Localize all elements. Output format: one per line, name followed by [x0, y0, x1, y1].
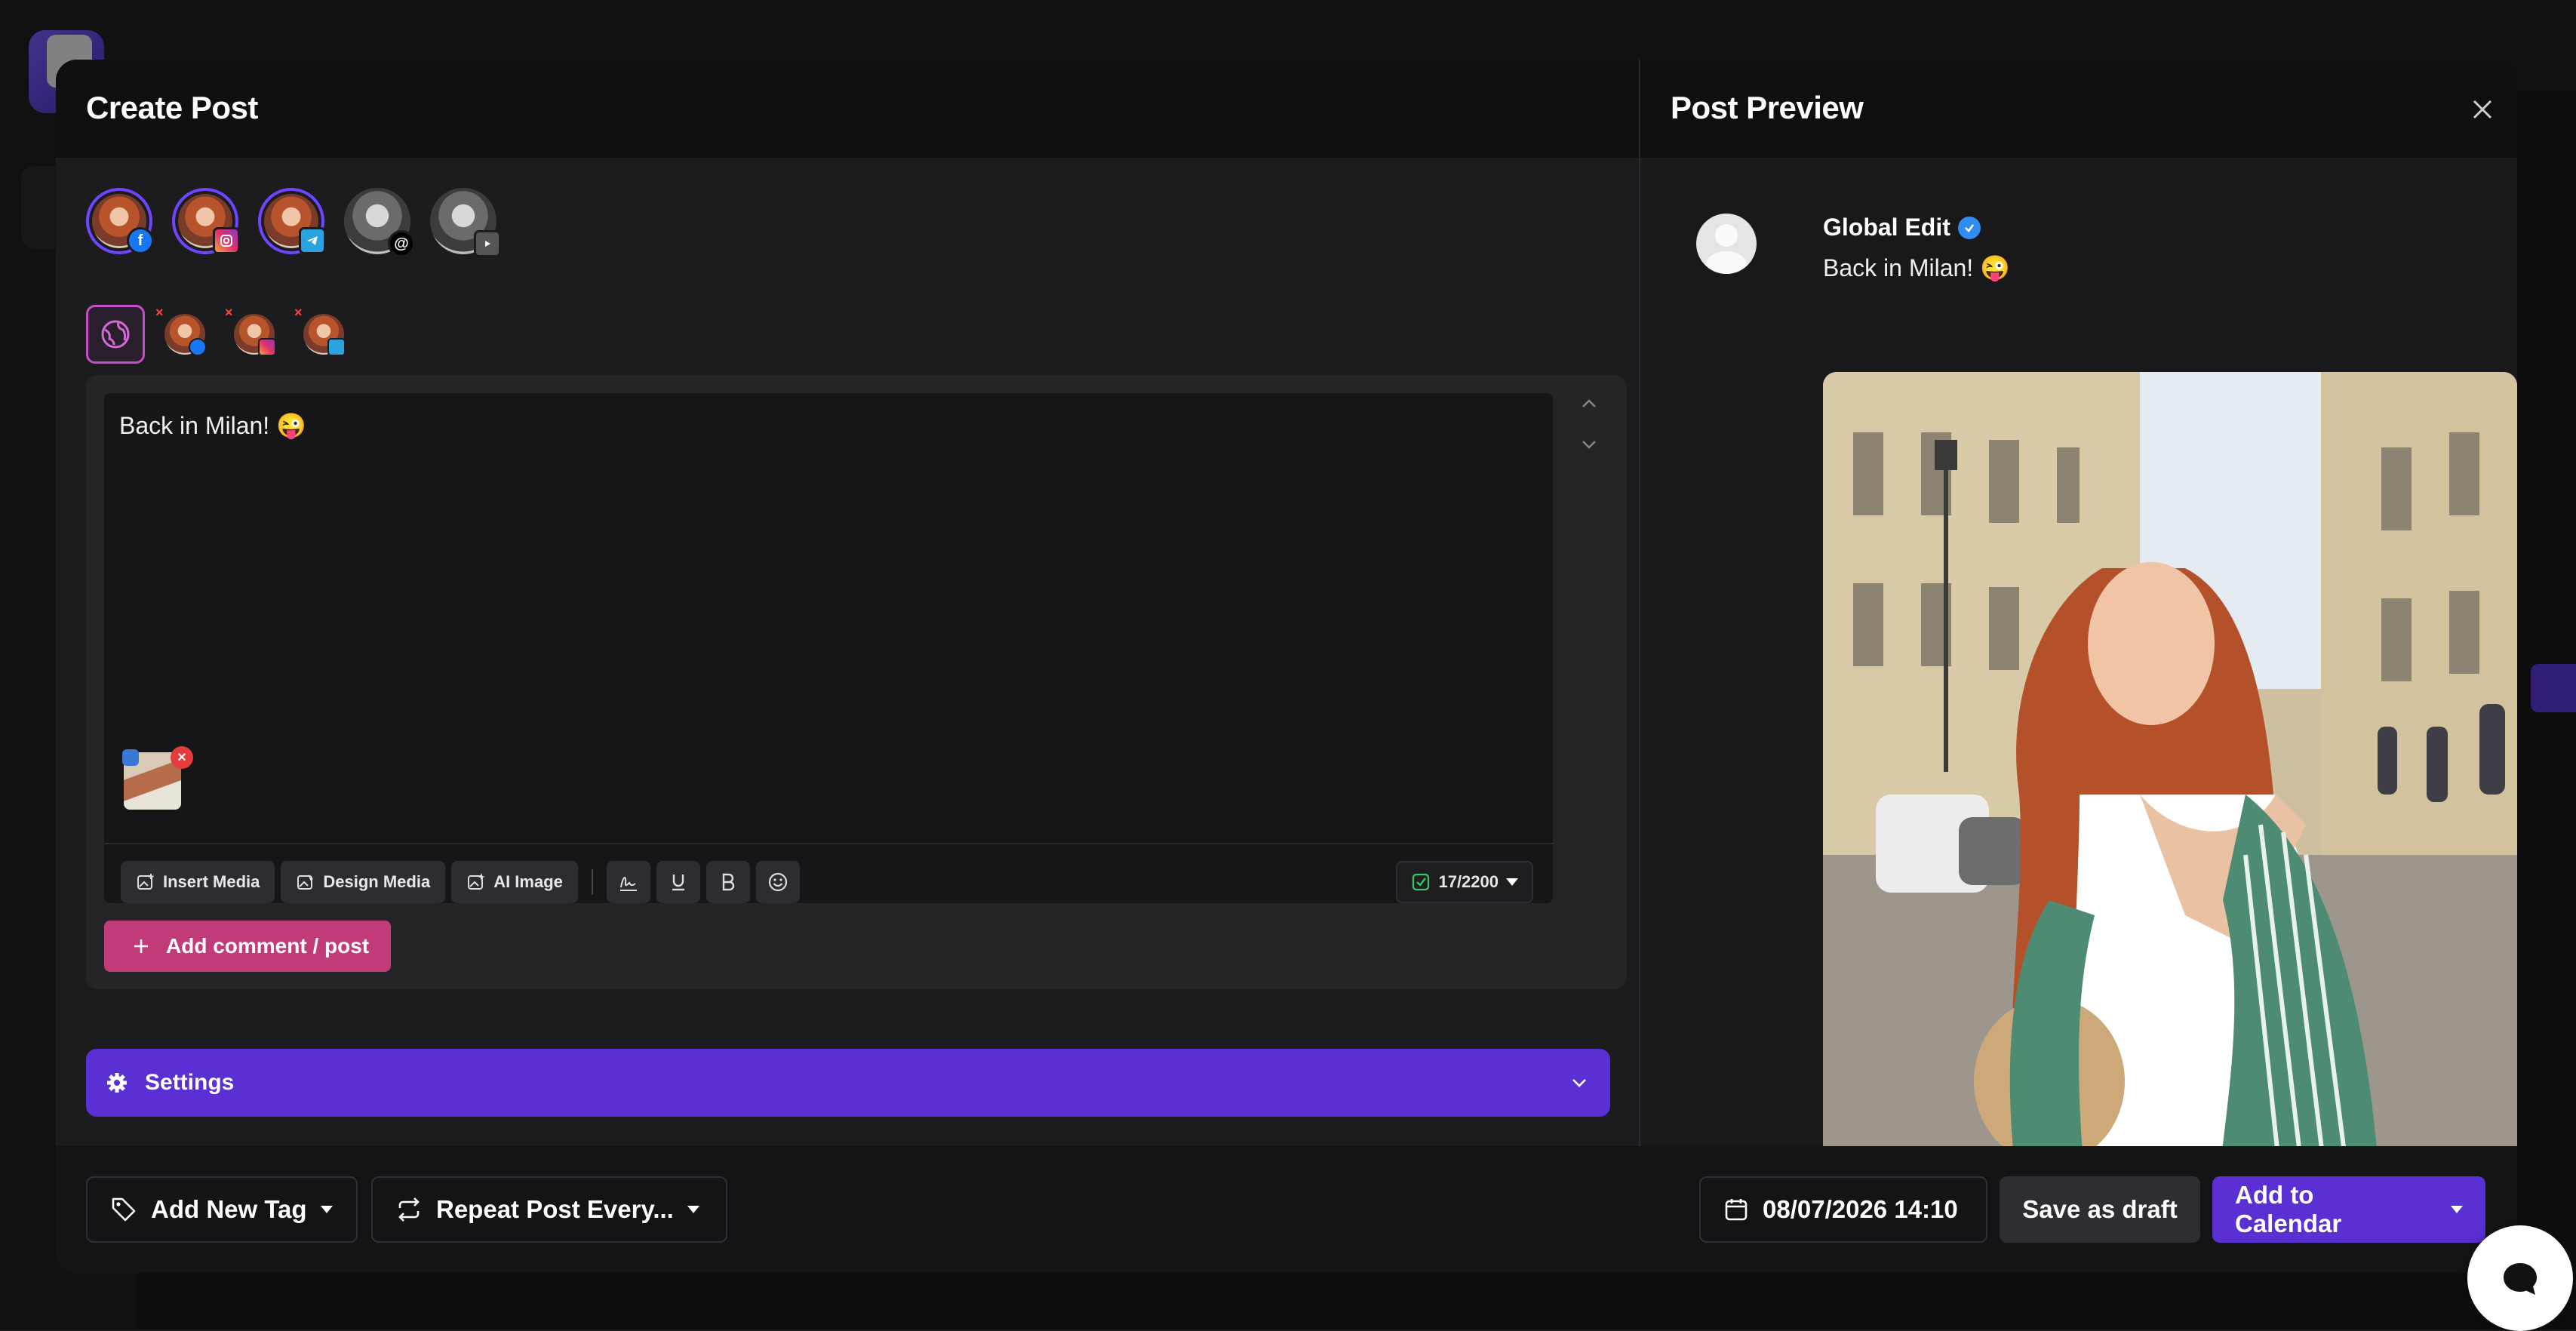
insert-media-label: Insert Media — [163, 872, 260, 891]
character-counter[interactable]: 17/2200 — [1396, 861, 1533, 903]
account-avatar-telegram[interactable] — [258, 188, 326, 254]
preview-post-text: Back in Milan! 😜 — [1823, 254, 2010, 281]
network-edit-tabs: × × × — [86, 305, 353, 364]
modal-footer: Add New Tag Repeat Post Every... 08/07/2… — [56, 1146, 2517, 1273]
telegram-edit-tab[interactable]: × — [294, 305, 353, 364]
emoji-icon — [768, 872, 787, 892]
chevron-down-icon — [320, 1206, 333, 1213]
preview-account-name: Global Edit — [1823, 214, 1981, 241]
editor-toolbar: Insert Media Design Media AI Image — [121, 861, 800, 903]
close-icon — [2473, 100, 2492, 119]
remove-media-icon[interactable]: × — [171, 746, 193, 769]
underline-icon — [672, 875, 684, 891]
check-square-icon — [1412, 873, 1430, 891]
schedule-datetime-button[interactable]: 08/07/2026 14:10 — [1699, 1176, 1987, 1243]
ai-image-icon — [468, 873, 486, 890]
add-tag-label: Add New Tag — [151, 1195, 307, 1223]
settings-accordion[interactable]: Settings — [86, 1049, 1610, 1117]
account-avatar-threads[interactable]: @ — [344, 188, 415, 257]
chevron-down-icon — [1506, 878, 1518, 886]
remove-icon[interactable]: × — [155, 305, 164, 321]
repeat-post-label: Repeat Post Every... — [436, 1195, 674, 1223]
preview-image — [1823, 372, 2517, 1205]
calendar-icon — [1725, 1199, 1748, 1221]
account-selector: f @ — [86, 188, 501, 257]
gear-icon — [107, 1073, 127, 1093]
character-count: 17/2200 — [1438, 872, 1499, 891]
telegram-icon — [299, 227, 326, 254]
chevron-down-icon — [687, 1206, 699, 1213]
remove-icon[interactable]: × — [294, 305, 303, 321]
drag-handle-icon[interactable] — [122, 749, 139, 766]
create-post-header: Create Post — [56, 60, 1639, 158]
design-media-button[interactable]: Design Media — [281, 861, 446, 903]
preview-avatar — [1696, 214, 1757, 274]
threads-icon: @ — [388, 230, 415, 257]
preview-account-label: Global Edit — [1823, 214, 1950, 241]
post-text[interactable]: Back in Milan! 😜 — [119, 411, 306, 440]
support-chat-button[interactable] — [2467, 1225, 2573, 1331]
editor-container: Back in Milan! 😜 × Insert Media Design M… — [86, 375, 1627, 989]
toolbar-divider — [104, 843, 1553, 844]
post-editor[interactable]: Back in Milan! 😜 × Insert Media Design M… — [104, 393, 1553, 903]
schedule-datetime: 08/07/2026 14:10 — [1763, 1195, 1958, 1223]
globe-icon — [101, 320, 130, 349]
instagram-edit-tab[interactable]: × — [225, 305, 284, 364]
repeat-icon — [398, 1197, 420, 1222]
milan-street-photo — [1823, 372, 2517, 1205]
add-tag-button[interactable]: Add New Tag — [86, 1176, 358, 1243]
account-avatar-youtube[interactable] — [430, 188, 501, 257]
facebook-icon — [189, 338, 207, 356]
move-up-button[interactable] — [1574, 389, 1604, 419]
instagram-icon — [258, 338, 276, 356]
settings-label: Settings — [145, 1070, 235, 1095]
bold-button[interactable] — [705, 861, 750, 903]
underline-button[interactable] — [656, 861, 700, 903]
repeat-post-button[interactable]: Repeat Post Every... — [371, 1176, 727, 1243]
insert-media-button[interactable]: Insert Media — [121, 861, 275, 903]
bold-icon — [722, 873, 735, 891]
post-preview-header: Post Preview — [1640, 60, 2517, 158]
design-media-label: Design Media — [323, 872, 431, 891]
add-to-calendar-label: Add to Calendar — [2235, 1181, 2342, 1237]
ai-image-label: AI Image — [493, 872, 563, 891]
chevron-down-icon — [1572, 1079, 1586, 1087]
close-button[interactable] — [2464, 91, 2501, 128]
reorder-controls — [1574, 389, 1604, 470]
ai-image-button[interactable]: AI Image — [451, 861, 578, 903]
move-down-button[interactable] — [1574, 429, 1604, 460]
instagram-icon — [213, 227, 240, 254]
add-comment-label: Add comment / post — [166, 934, 370, 958]
post-preview-title: Post Preview — [1671, 90, 1864, 125]
add-to-calendar-button[interactable]: Add to Calendar — [2212, 1176, 2485, 1243]
account-avatar-instagram[interactable] — [172, 188, 240, 254]
save-draft-label: Save as draft — [2022, 1195, 2178, 1223]
chevron-down-icon — [1582, 441, 1596, 449]
remove-icon[interactable]: × — [225, 305, 233, 321]
account-avatar-facebook[interactable]: f — [86, 188, 154, 254]
plus-icon — [134, 939, 148, 953]
create-post-title: Create Post — [86, 90, 258, 125]
create-post-pane: Create Post f @ × × × Back in Milan! 😜 ×… — [56, 60, 1639, 1273]
youtube-icon — [474, 230, 501, 257]
toolbar-separator — [591, 869, 593, 895]
image-add-icon — [137, 874, 154, 890]
facebook-icon: f — [127, 227, 154, 254]
add-comment-button[interactable]: Add comment / post — [104, 921, 391, 972]
signature-button[interactable] — [606, 861, 650, 903]
save-draft-button[interactable]: Save as draft — [2000, 1176, 2200, 1243]
chevron-down-icon[interactable] — [2451, 1206, 2463, 1213]
create-post-modal: Create Post f @ × × × Back in Milan! 😜 ×… — [56, 60, 2517, 1273]
design-icon — [297, 875, 314, 890]
chevron-up-icon — [1582, 399, 1596, 407]
telegram-icon — [327, 338, 346, 356]
global-edit-tab[interactable] — [86, 305, 145, 364]
chat-bubble-icon — [2504, 1263, 2537, 1295]
tag-icon — [112, 1197, 136, 1222]
verified-badge-icon — [1957, 216, 1981, 239]
signature-icon — [619, 877, 637, 891]
facebook-edit-tab[interactable]: × — [155, 305, 214, 364]
emoji-button[interactable] — [755, 861, 800, 903]
